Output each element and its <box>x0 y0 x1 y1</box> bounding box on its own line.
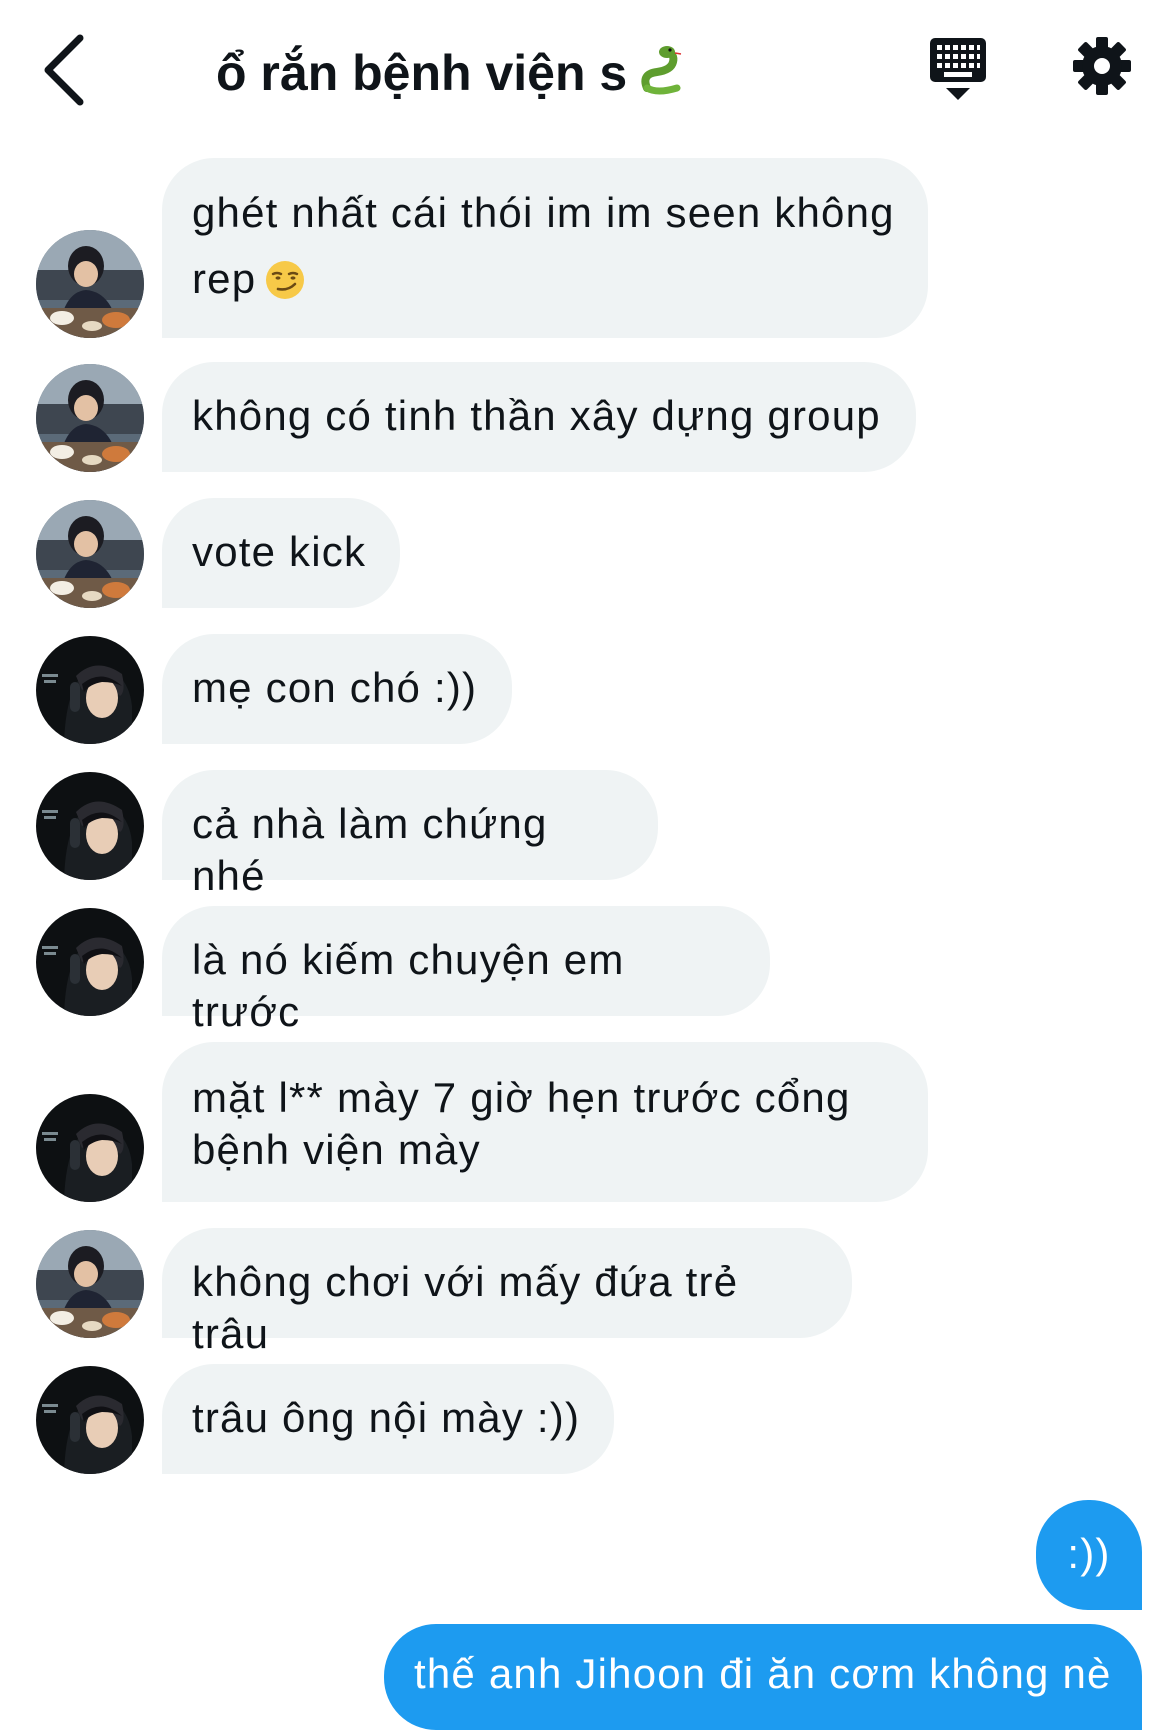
avatar[interactable] <box>36 636 144 744</box>
avatar[interactable] <box>36 230 144 338</box>
avatar-image <box>36 230 144 338</box>
message-bubble[interactable]: mẹ con chó :)) <box>162 634 512 744</box>
avatar[interactable] <box>36 772 144 880</box>
back-button[interactable] <box>38 30 98 110</box>
message-bubble[interactable]: mặt l** mày 7 giờ hẹn trước cổng bệnh vi… <box>162 1042 928 1202</box>
avatar[interactable] <box>36 908 144 1016</box>
message-row: không chơi với mấy đứa trẻ trâu <box>0 1228 1170 1357</box>
outgoing-message-bubble[interactable]: :)) <box>1036 1500 1142 1610</box>
avatar-image <box>36 1230 144 1338</box>
message-row: vote kick <box>0 498 1170 608</box>
conversation-header: ổ rắn bệnh viện s <box>0 0 1170 140</box>
conversation-title[interactable]: ổ rắn bệnh viện s <box>216 38 689 108</box>
message-bubble[interactable]: là nó kiếm chuyện em trước <box>162 906 770 1035</box>
settings-button[interactable] <box>1072 36 1132 96</box>
conversation-title-text: ổ rắn bệnh viện s <box>216 45 628 101</box>
avatar[interactable] <box>36 364 144 472</box>
avatar-image <box>36 1366 144 1474</box>
message-row: mặt l** mày 7 giờ hẹn trước cổng bệnh vi… <box>0 1042 1170 1202</box>
avatar-image <box>36 908 144 1016</box>
chevron-left-icon <box>44 34 84 106</box>
message-bubble[interactable]: không chơi với mấy đứa trẻ trâu <box>162 1228 852 1357</box>
message-bubble[interactable]: trâu ông nội mày :)) <box>162 1364 614 1474</box>
message-row: mẹ con chó :)) <box>0 634 1170 744</box>
keyboard-toggle-button[interactable] <box>926 36 990 104</box>
avatar-image <box>36 636 144 744</box>
gear-icon <box>1073 37 1131 95</box>
message-row: cả nhà làm chứng nhé <box>0 770 1170 899</box>
smirk-emoji <box>266 261 305 299</box>
avatar-image <box>36 364 144 472</box>
message-bubble[interactable]: ghét nhất cái thói im im seen không rep <box>162 158 928 338</box>
message-bubble[interactable]: vote kick <box>162 498 400 608</box>
outgoing-message-bubble[interactable]: thế anh Jihoon đi ăn cơm không nè <box>384 1624 1142 1730</box>
avatar-image <box>36 772 144 880</box>
message-bubble[interactable]: cả nhà làm chứng nhé <box>162 770 658 899</box>
snake-emoji <box>641 46 682 95</box>
keyboard-icon <box>930 38 986 100</box>
avatar[interactable] <box>36 1094 144 1202</box>
message-row: là nó kiếm chuyện em trước <box>0 906 1170 1035</box>
avatar[interactable] <box>36 500 144 608</box>
avatar-image <box>36 500 144 608</box>
message-row: trâu ông nội mày :)) <box>0 1364 1170 1474</box>
avatar[interactable] <box>36 1230 144 1338</box>
avatar-image <box>36 1094 144 1202</box>
avatar[interactable] <box>36 1366 144 1474</box>
message-row: không có tinh thần xây dựng group <box>0 362 1170 472</box>
message-bubble[interactable]: không có tinh thần xây dựng group <box>162 362 916 472</box>
message-row: ghét nhất cái thói im im seen không rep <box>0 158 1170 338</box>
